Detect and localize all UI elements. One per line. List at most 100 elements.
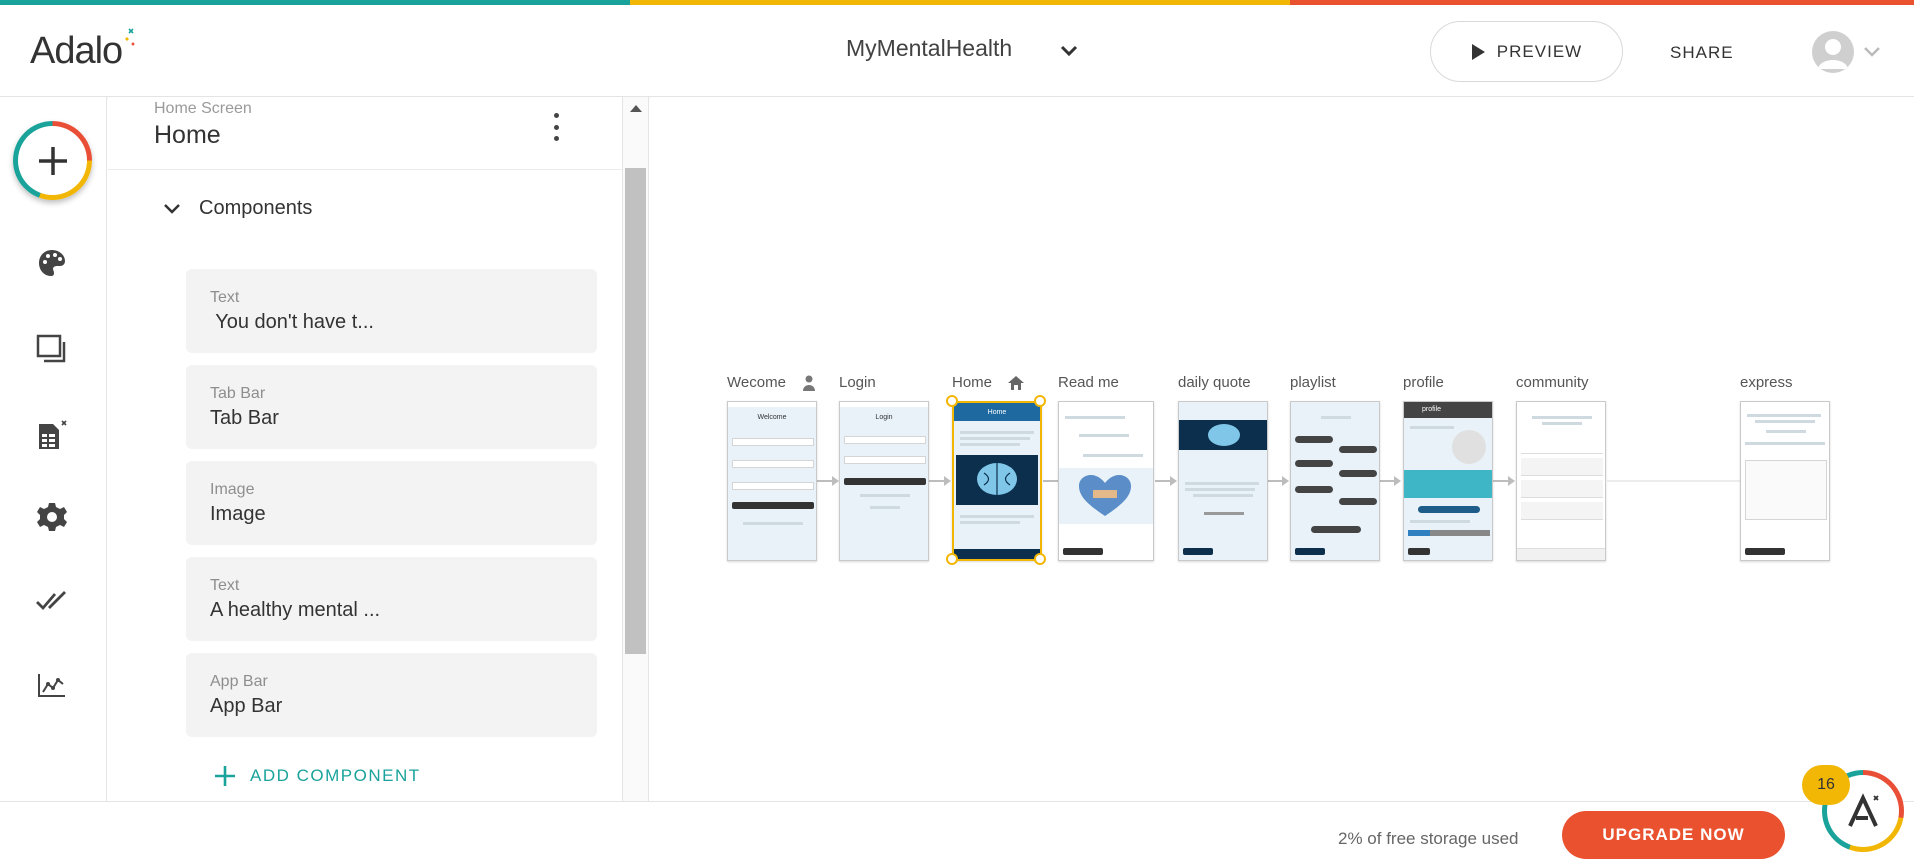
settings-button[interactable] (34, 499, 70, 535)
database-button[interactable] (34, 417, 70, 453)
publish-button[interactable] (34, 583, 70, 619)
screen-properties-panel: Home Screen Home Components Text You don… (108, 97, 622, 801)
screen-label[interactable]: Read me (1058, 374, 1119, 391)
component-name: Tab Bar (210, 407, 279, 429)
brain-icon (977, 463, 1017, 495)
screens-icon (36, 334, 66, 363)
screens-button[interactable] (34, 331, 70, 367)
chevron-down-icon (164, 203, 180, 214)
user-avatar-icon (1818, 39, 1848, 69)
screen-name[interactable]: Home (154, 121, 221, 150)
more-dot-icon (553, 136, 559, 141)
thumbnail-title: Login (875, 414, 893, 421)
component-card[interactable]: App Bar App Bar (186, 653, 597, 737)
thumbnail-title: Home (987, 409, 1007, 416)
link-arrow (1379, 476, 1401, 486)
screen-label[interactable]: Login (839, 374, 876, 391)
share-button[interactable]: SHARE (1670, 43, 1734, 63)
component-card[interactable]: Image Image (186, 461, 597, 545)
component-name: Image (210, 503, 266, 525)
component-kind: Tab Bar (210, 385, 266, 402)
brain-image (956, 455, 1038, 505)
add-component-label: ADD COMPONENT (250, 766, 421, 785)
screen-label[interactable]: Home (952, 374, 992, 391)
preview-button[interactable]: PREVIEW (1430, 21, 1623, 82)
analytics-icon (38, 674, 65, 697)
brain-icon (1208, 424, 1240, 446)
screen-label[interactable]: profile (1403, 374, 1444, 391)
screen-thumbnail[interactable] (1290, 401, 1380, 561)
app-name-selector[interactable]: MyMentalHealth (846, 35, 1012, 62)
screen-thumbnail[interactable] (1178, 401, 1268, 561)
screen-thumbnail[interactable] (1058, 401, 1154, 561)
more-dot-icon (553, 124, 559, 130)
add-component-button[interactable]: ADD COMPONENT (214, 765, 421, 787)
add-icon (38, 146, 67, 175)
chevron-down-icon[interactable] (1058, 43, 1080, 59)
analytics-button[interactable] (34, 667, 70, 703)
storage-usage-text: 2% of free storage used (1338, 829, 1519, 848)
home-icon (1008, 376, 1024, 390)
more-dot-icon (553, 113, 559, 118)
bottom-bar: 2% of free storage used UPGRADE NOW (0, 801, 1914, 859)
components-label: Components (199, 197, 313, 219)
component-card[interactable]: Text A healthy mental ... (186, 557, 597, 641)
link-arrow (1493, 476, 1515, 486)
double-check-icon (36, 591, 66, 611)
component-kind: App Bar (210, 673, 268, 690)
screen-thumbnail[interactable]: profile (1403, 401, 1493, 561)
play-icon (1471, 43, 1485, 60)
link-arrow (817, 476, 839, 486)
component-card[interactable]: Tab Bar Tab Bar (186, 365, 597, 449)
screen-thumbnail[interactable]: Login (839, 401, 929, 561)
component-card[interactable]: Text You don't have t... (186, 269, 597, 353)
component-kind: Text (210, 577, 240, 594)
scroll-thumb[interactable] (625, 168, 646, 654)
scroll-up-arrow-icon[interactable] (630, 105, 642, 112)
database-icon (39, 420, 67, 449)
add-button[interactable] (13, 121, 92, 200)
selection-handle[interactable] (1034, 395, 1046, 407)
left-toolbar (0, 97, 107, 801)
user-icon (803, 375, 815, 391)
components-section-toggle[interactable]: Components (163, 197, 312, 220)
thumbnail-title: Welcome (757, 414, 787, 421)
screen-thumbnail[interactable] (1740, 401, 1830, 561)
app-canvas[interactable]: Wecome Welcome Login Login Home Home Rea… (650, 97, 1914, 801)
sparkle-icon (125, 28, 135, 46)
component-name: You don't have t... (210, 311, 374, 333)
screen-kicker: Home Screen (154, 100, 252, 117)
panel-scrollbar[interactable] (622, 97, 649, 801)
selection-handle[interactable] (946, 553, 958, 565)
top-header: Adalo MyMentalHealth PREVIEW SHARE (0, 5, 1914, 97)
preview-label: PREVIEW (1496, 41, 1583, 61)
screen-thumbnail[interactable] (1516, 401, 1606, 561)
upgrade-now-button[interactable]: UPGRADE NOW (1562, 811, 1785, 859)
component-name: App Bar (210, 695, 283, 717)
screen-thumbnail[interactable]: Welcome (727, 401, 817, 561)
screen-label[interactable]: daily quote (1178, 374, 1251, 391)
screen-label[interactable]: Wecome (727, 374, 786, 391)
heart-icon (1079, 475, 1131, 516)
palette-icon (39, 250, 65, 276)
screen-label[interactable]: express (1740, 374, 1793, 391)
thumbnail-title: profile (1422, 406, 1442, 413)
panel-divider (108, 169, 622, 170)
link-arrow (1267, 476, 1289, 486)
branding-button[interactable] (34, 245, 70, 281)
chevron-down-icon[interactable] (1862, 45, 1882, 59)
link-arrow (1155, 476, 1177, 486)
screen-label[interactable]: playlist (1290, 374, 1336, 391)
screen-more-menu[interactable] (550, 113, 562, 141)
selection-handle[interactable] (1034, 553, 1046, 565)
avatar[interactable] (1812, 31, 1854, 73)
selection-handle[interactable] (946, 395, 958, 407)
component-kind: Text (210, 289, 240, 306)
gear-icon (37, 503, 67, 531)
screen-thumbnail[interactable]: Home (952, 401, 1042, 561)
component-kind: Image (210, 481, 255, 498)
component-name: A healthy mental ... (210, 599, 381, 621)
adalo-logo[interactable]: Adalo (30, 27, 137, 75)
link-arrow (929, 476, 951, 486)
screen-label[interactable]: community (1516, 374, 1589, 391)
